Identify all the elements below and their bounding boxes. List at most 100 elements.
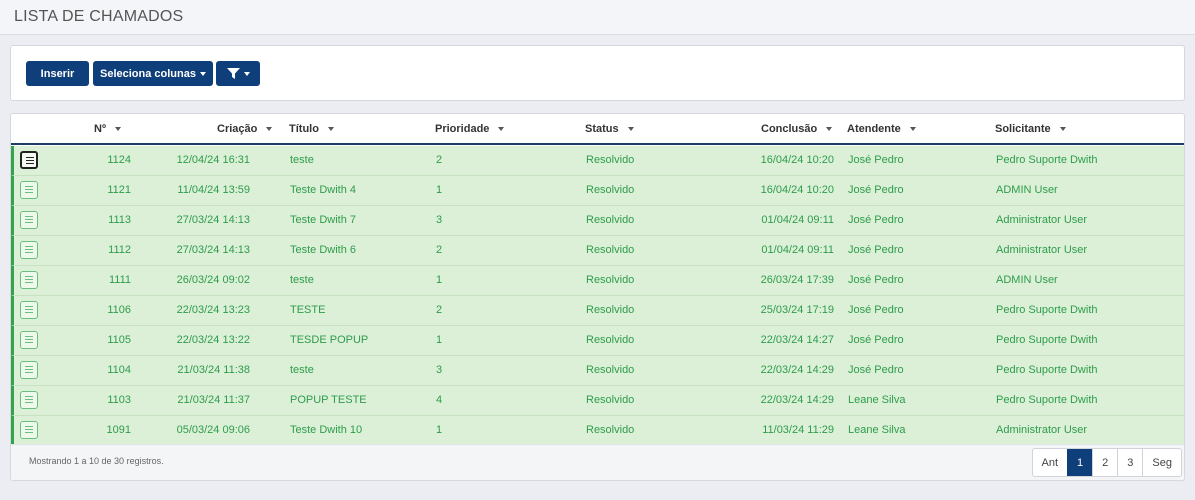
pagination: Ant 1 2 3 Seg — [1031, 448, 1182, 477]
next-page-button[interactable]: Seg — [1142, 449, 1181, 476]
sort-icon — [909, 127, 916, 131]
cell-requester: Pedro Suporte Dwith — [996, 154, 1098, 166]
cell-requester: Pedro Suporte Dwith — [996, 394, 1098, 406]
cell-agent: José Pedro — [848, 304, 904, 316]
cell-title: Teste Dwith 7 — [290, 214, 357, 226]
col-header-label: Solicitante — [995, 123, 1051, 135]
cell-title: Teste Dwith 6 — [290, 244, 357, 256]
col-header-label: Status — [585, 123, 619, 135]
col-header-status[interactable]: Status — [585, 123, 634, 135]
sort-icon — [498, 127, 505, 131]
table-row[interactable]: 1104 21/03/24 11:38 teste 3 Resolvido 22… — [11, 356, 1184, 386]
sort-icon — [114, 127, 121, 131]
cell-agent: José Pedro — [848, 334, 904, 346]
records-info: Mostrando 1 a 10 de 30 registros. — [29, 456, 164, 466]
cell-completed: 16/04/24 10:20 — [760, 154, 834, 166]
table-row[interactable]: 1105 22/03/24 13:22 TESDE POPUP 1 Resolv… — [11, 326, 1184, 356]
funnel-icon — [226, 68, 240, 79]
cell-created: 27/03/24 14:13 — [176, 214, 250, 226]
cell-num: 1091 — [106, 424, 131, 436]
cell-priority: 1 — [436, 184, 443, 196]
table-footer: Mostrando 1 a 10 de 30 registros. Ant 1 … — [11, 444, 1184, 480]
cell-created: 05/03/24 09:06 — [176, 424, 250, 436]
cell-status: Resolvido — [586, 154, 635, 166]
details-icon[interactable] — [20, 151, 38, 169]
details-icon[interactable] — [20, 301, 38, 319]
table-row[interactable]: 1103 21/03/24 11:37 POPUP TESTE 4 Resolv… — [11, 386, 1184, 416]
cell-completed: 01/04/24 09:11 — [761, 214, 834, 226]
details-icon[interactable] — [20, 421, 38, 439]
cell-requester: Administrator User — [996, 424, 1088, 436]
cell-requester: Pedro Suporte Dwith — [996, 334, 1098, 346]
details-icon[interactable] — [20, 271, 38, 289]
prev-page-button[interactable]: Ant — [1033, 449, 1068, 476]
page-button-3[interactable]: 3 — [1117, 449, 1142, 476]
col-header-label: Conclusão — [761, 123, 818, 135]
filter-button[interactable] — [216, 61, 260, 86]
cell-agent: José Pedro — [848, 364, 904, 376]
table-row[interactable]: 1106 22/03/24 13:23 TESTE 2 Resolvido 25… — [11, 296, 1184, 326]
col-header-title[interactable]: Título — [289, 123, 334, 135]
details-icon[interactable] — [20, 361, 38, 379]
cell-created: 27/03/24 14:13 — [176, 244, 250, 256]
details-icon[interactable] — [20, 331, 38, 349]
cell-priority: 1 — [436, 274, 443, 286]
cell-status: Resolvido — [586, 274, 635, 286]
cell-completed: 22/03/24 14:29 — [760, 394, 834, 406]
table-row[interactable]: 1121 11/04/24 13:59 Teste Dwith 4 1 Reso… — [11, 176, 1184, 206]
cell-num: 1103 — [107, 394, 131, 406]
sort-icon — [1059, 127, 1066, 131]
table-row[interactable]: 1112 27/03/24 14:13 Teste Dwith 6 2 Reso… — [11, 236, 1184, 266]
cell-title: TESDE POPUP — [290, 334, 369, 346]
page-header: LISTA DE CHAMADOS — [0, 0, 1195, 35]
cell-title: teste — [290, 364, 314, 376]
cell-created: 22/03/24 13:23 — [176, 304, 250, 316]
insert-button[interactable]: Inserir — [26, 61, 89, 86]
cell-created: 21/03/24 11:38 — [177, 364, 250, 376]
cell-status: Resolvido — [586, 364, 635, 376]
select-columns-button[interactable]: Seleciona colunas — [93, 61, 213, 86]
cell-priority: 2 — [436, 154, 443, 166]
col-header-num[interactable]: Nº — [94, 123, 121, 135]
cell-requester: Pedro Suporte Dwith — [996, 364, 1098, 376]
cell-status: Resolvido — [586, 244, 635, 256]
cell-completed: 22/03/24 14:29 — [760, 364, 834, 376]
col-header-label: Criação — [217, 123, 258, 135]
col-header-priority[interactable]: Prioridade — [435, 123, 505, 135]
cell-agent: José Pedro — [848, 154, 904, 166]
cell-requester: Pedro Suporte Dwith — [996, 304, 1098, 316]
details-icon[interactable] — [20, 391, 38, 409]
cell-completed: 22/03/24 14:27 — [760, 334, 834, 346]
table-row[interactable]: 1124 12/04/24 16:31 teste 2 Resolvido 16… — [11, 146, 1184, 176]
cell-created: 11/04/24 13:59 — [177, 184, 250, 196]
cell-completed: 16/04/24 10:20 — [760, 184, 834, 196]
cell-priority: 1 — [436, 424, 443, 436]
cell-num: 1124 — [107, 154, 131, 166]
col-header-label: Prioridade — [435, 123, 490, 135]
cell-title: teste — [290, 274, 314, 286]
table-row[interactable]: 1113 27/03/24 14:13 Teste Dwith 7 3 Reso… — [11, 206, 1184, 236]
details-icon[interactable] — [20, 181, 38, 199]
col-header-completed[interactable]: Conclusão — [761, 123, 833, 135]
cell-requester: ADMIN User — [996, 184, 1058, 196]
page-button-1[interactable]: 1 — [1067, 449, 1093, 476]
table-row[interactable]: 1111 26/03/24 09:02 teste 1 Resolvido 26… — [11, 266, 1184, 296]
page-button-2[interactable]: 2 — [1092, 449, 1117, 476]
details-icon[interactable] — [20, 211, 38, 229]
col-header-agent[interactable]: Atendente — [847, 123, 916, 135]
col-header-created[interactable]: Criação — [217, 123, 273, 135]
cell-title: POPUP TESTE — [290, 394, 367, 406]
details-icon[interactable] — [20, 241, 38, 259]
col-header-requester[interactable]: Solicitante — [995, 123, 1066, 135]
select-columns-label: Seleciona colunas — [100, 67, 196, 80]
cell-status: Resolvido — [586, 394, 635, 406]
cell-agent: Leane Silva — [848, 394, 906, 406]
cell-num: 1106 — [107, 304, 131, 316]
cell-requester: Administrator User — [996, 214, 1088, 226]
toolbar: Inserir Seleciona colunas — [10, 45, 1185, 101]
cell-title: TESTE — [290, 304, 326, 316]
cell-requester: ADMIN User — [996, 274, 1058, 286]
cell-num: 1105 — [107, 334, 131, 346]
table-row[interactable]: 1091 05/03/24 09:06 Teste Dwith 10 1 Res… — [11, 416, 1184, 446]
cell-num: 1104 — [107, 364, 131, 376]
